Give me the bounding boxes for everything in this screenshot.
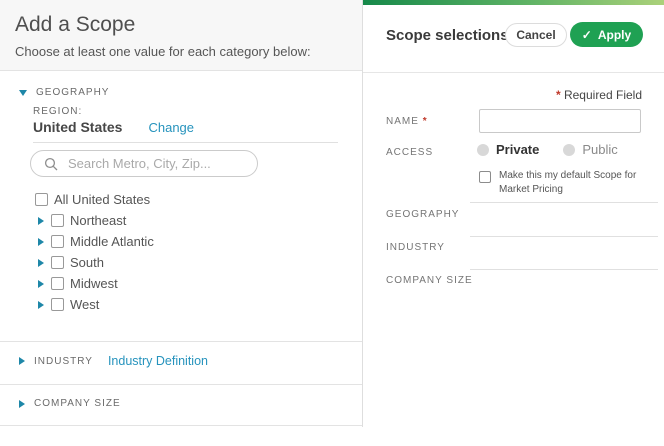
radio-icon[interactable] [477, 144, 489, 156]
public-radio-label: Public [582, 142, 617, 157]
checkbox[interactable] [51, 298, 64, 311]
company-size-section-label: COMPANY SIZE [34, 398, 121, 409]
checkbox[interactable] [51, 214, 64, 227]
caret-right-icon[interactable] [38, 217, 44, 225]
radio-icon[interactable] [563, 144, 575, 156]
divider [363, 72, 664, 73]
tree-label: Northeast [70, 213, 126, 228]
tree-row: South [0, 252, 362, 273]
divider [0, 384, 362, 385]
page-title: Add a Scope [15, 13, 135, 37]
divider [470, 236, 658, 237]
name-input[interactable] [479, 109, 641, 133]
caret-right-icon[interactable] [19, 400, 25, 408]
cancel-button[interactable]: Cancel [505, 23, 567, 47]
region-value: United States [33, 119, 122, 135]
public-radio-option[interactable]: Public [563, 142, 617, 157]
company-size-summary-label: COMPANY SIZE [386, 275, 473, 286]
divider [470, 202, 658, 203]
geo-search-box[interactable] [30, 150, 258, 177]
company-size-section-header[interactable]: COMPANY SIZE [19, 398, 121, 409]
caret-right-icon[interactable] [38, 280, 44, 288]
apply-button-label: Apply [598, 28, 631, 42]
tree-row: Middle Atlantic [0, 231, 362, 252]
geography-section-header[interactable]: GEOGRAPHY [19, 87, 109, 98]
name-field-label: NAME * [386, 116, 428, 127]
checkbox[interactable] [51, 277, 64, 290]
caret-right-icon[interactable] [38, 301, 44, 309]
access-options: Private Public [477, 142, 618, 157]
tree-row: All United States [0, 189, 362, 210]
default-scope-label: Make this my default Scope for Market Pr… [499, 169, 649, 196]
divider [33, 142, 338, 143]
caret-right-icon[interactable] [38, 238, 44, 246]
geography-section-label: GEOGRAPHY [36, 87, 109, 98]
scope-selections-panel: Scope selections Cancel ✓ Apply * Requir… [363, 0, 664, 446]
search-input[interactable] [66, 155, 257, 172]
page-subtitle: Choose at least one value for each categ… [15, 44, 311, 59]
checkbox[interactable] [51, 256, 64, 269]
search-icon [44, 157, 58, 171]
industry-section-header[interactable]: INDUSTRY Industry Definition [19, 354, 208, 368]
region-row: United States Change [33, 119, 194, 135]
tree-row: Northeast [0, 210, 362, 231]
change-region-link[interactable]: Change [148, 120, 194, 135]
private-radio-label: Private [496, 142, 539, 157]
industry-definition-link[interactable]: Industry Definition [108, 354, 208, 368]
divider [470, 269, 658, 270]
apply-button[interactable]: ✓ Apply [570, 22, 643, 47]
tree-row: Midwest [0, 273, 362, 294]
divider [0, 425, 362, 426]
checkbox[interactable] [51, 235, 64, 248]
check-icon: ✓ [582, 28, 592, 42]
caret-right-icon[interactable] [19, 357, 25, 365]
checkbox[interactable] [35, 193, 48, 206]
region-label: REGION: [33, 106, 82, 117]
industry-section-label: INDUSTRY [34, 356, 93, 367]
geography-summary-label: GEOGRAPHY [386, 209, 459, 220]
default-scope-option[interactable]: Make this my default Scope for Market Pr… [479, 169, 651, 196]
industry-summary-label: INDUSTRY [386, 242, 445, 253]
required-asterisk: * [423, 116, 428, 127]
caret-right-icon[interactable] [38, 259, 44, 267]
accent-gradient-bar [363, 0, 664, 5]
divider [0, 341, 362, 342]
add-scope-panel: Add a Scope Choose at least one value fo… [0, 0, 363, 427]
tree-label: All United States [54, 192, 150, 207]
required-field-note: * Required Field [556, 88, 642, 102]
tree-label: West [70, 297, 99, 312]
caret-down-icon[interactable] [19, 90, 27, 96]
tree-label: Middle Atlantic [70, 234, 154, 249]
panel-title: Scope selections [386, 27, 509, 44]
add-scope-header: Add a Scope Choose at least one value fo… [0, 0, 362, 71]
checkbox[interactable] [479, 171, 491, 183]
tree-label: Midwest [70, 276, 118, 291]
tree-row: West [0, 294, 362, 315]
geo-tree: All United States Northeast Middle Atlanti… [0, 189, 362, 315]
tree-label: South [70, 255, 104, 270]
access-field-label: ACCESS [386, 147, 433, 158]
private-radio-option[interactable]: Private [477, 142, 539, 157]
